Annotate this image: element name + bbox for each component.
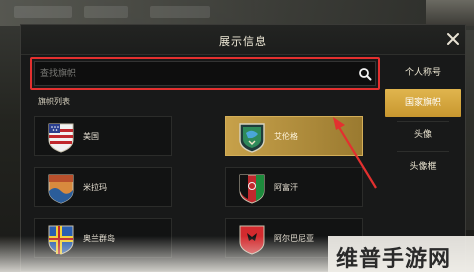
tab-avatar-frame[interactable]: 头像框 [385, 153, 461, 181]
afghanistan-flag-icon [239, 174, 265, 204]
background-chip [14, 6, 72, 18]
display-info-dialog: 展示信息 旗帜列表 美国 [20, 24, 466, 272]
background-top-bar [0, 0, 474, 26]
background-avatar [426, 0, 474, 26]
flag-item-erangel[interactable]: 艾伦格 [225, 116, 363, 156]
flag-item-afghanistan[interactable]: 阿富汗 [225, 167, 363, 207]
flag-list-label: 旗帜列表 [38, 97, 70, 106]
tab-avatar[interactable]: 头像 [385, 121, 461, 149]
tab-divider [397, 151, 449, 152]
flag-name: 阿富汗 [274, 183, 298, 192]
watermark: 维普手游网 [328, 236, 474, 272]
search-icon[interactable] [358, 67, 372, 81]
flag-item-usa[interactable]: 美国 [34, 116, 172, 156]
watermark-text: 维普手游网 [336, 247, 452, 272]
flag-name: 艾伦格 [274, 132, 298, 141]
dialog-title: 展示信息 [219, 35, 267, 48]
tab-personal-title[interactable]: 个人称号 [385, 59, 461, 87]
search-input[interactable] [40, 66, 340, 82]
miramar-flag-icon [48, 174, 74, 204]
tab-national-flag[interactable]: 国家旗帜 [385, 89, 461, 117]
usa-flag-icon [48, 123, 74, 153]
close-icon [447, 33, 459, 45]
erangel-flag-icon [239, 123, 265, 153]
flag-name: 米拉玛 [83, 183, 107, 192]
background-chip [150, 6, 210, 18]
flag-item-miramar[interactable]: 米拉玛 [34, 167, 172, 207]
flag-name: 美国 [83, 132, 99, 141]
close-button[interactable] [445, 31, 461, 47]
dialog-header: 展示信息 [21, 25, 465, 55]
search-box[interactable] [34, 61, 376, 86]
background-chip [84, 6, 128, 18]
